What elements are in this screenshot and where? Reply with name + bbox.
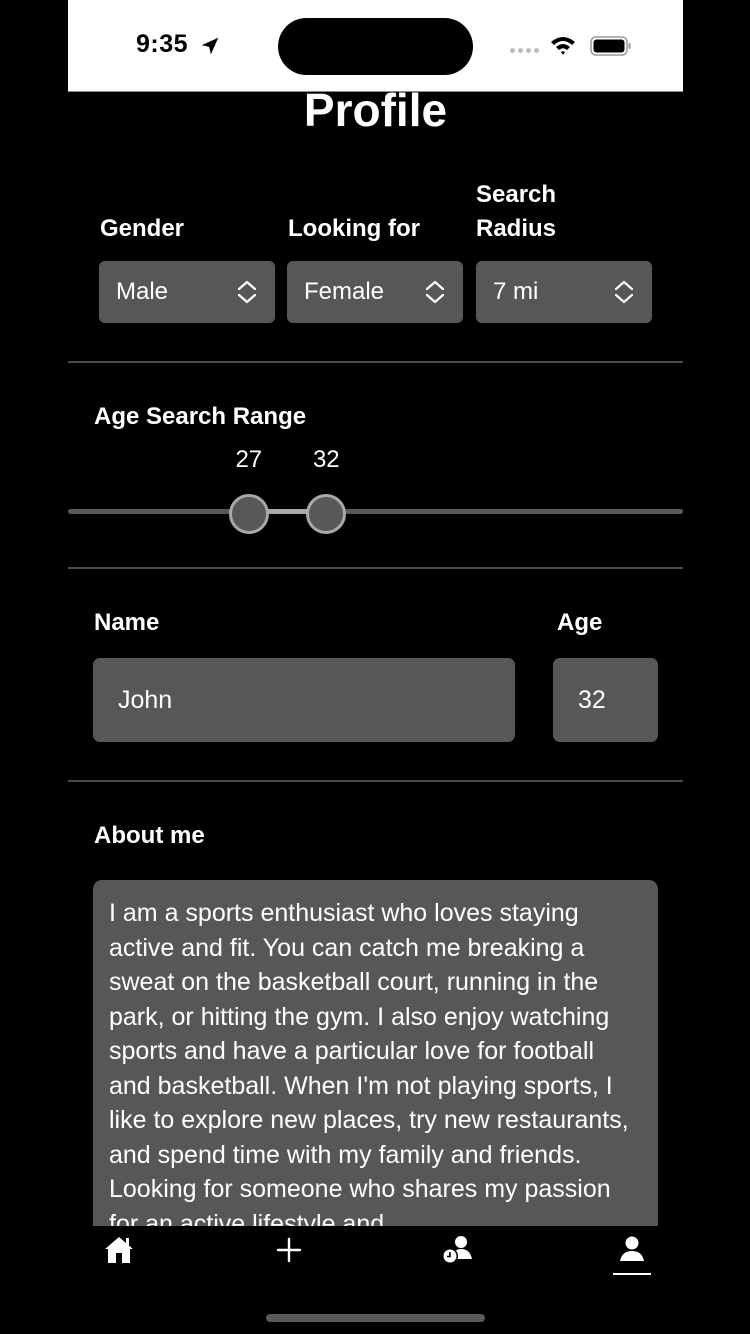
age-range-track[interactable] xyxy=(68,509,683,514)
chevron-up-down-icon xyxy=(425,280,445,304)
plus-icon xyxy=(276,1237,302,1263)
location-arrow-icon xyxy=(201,37,219,55)
divider xyxy=(68,361,683,363)
name-value: John xyxy=(118,685,173,714)
name-input[interactable]: John xyxy=(93,658,515,742)
active-tab-indicator xyxy=(613,1273,651,1275)
person-clock-icon xyxy=(442,1236,472,1264)
status-bar: 9:35 xyxy=(68,0,683,92)
chevron-up-down-icon xyxy=(237,280,257,304)
tab-home[interactable] xyxy=(99,1234,139,1268)
search-radius-label-line1: Search xyxy=(476,181,557,208)
search-radius-picker[interactable]: 7 mi xyxy=(476,261,652,323)
divider xyxy=(68,567,683,569)
tab-profile[interactable] xyxy=(612,1234,652,1268)
age-input[interactable]: 32 xyxy=(553,658,658,742)
age-label: Age xyxy=(557,609,603,636)
divider xyxy=(68,780,683,782)
looking-for-value: Female xyxy=(304,278,385,305)
about-text: I am a sports enthusiast who loves stayi… xyxy=(109,899,629,1226)
search-radius-value: 7 mi xyxy=(493,278,539,305)
cellular-signal-icon xyxy=(510,48,539,53)
gender-value: Male xyxy=(116,278,169,305)
chevron-up-down-icon xyxy=(614,280,634,304)
about-label: About me xyxy=(94,822,205,849)
battery-icon xyxy=(590,36,631,56)
wifi-icon xyxy=(551,37,575,55)
looking-for-picker[interactable]: Female xyxy=(287,261,463,323)
status-time: 9:35 xyxy=(136,30,189,58)
dynamic-island xyxy=(278,18,473,75)
home-indicator xyxy=(266,1314,485,1322)
search-radius-label-line2: Radius xyxy=(476,215,557,242)
name-label: Name xyxy=(94,609,160,636)
home-icon xyxy=(105,1237,133,1263)
tab-pending[interactable] xyxy=(438,1234,478,1268)
age-max-value: 32 xyxy=(312,446,340,473)
gender-label: Gender xyxy=(100,215,185,242)
age-min-value: 27 xyxy=(235,446,263,473)
looking-for-label: Looking for xyxy=(288,215,420,242)
age-value: 32 xyxy=(578,685,606,714)
person-icon xyxy=(620,1236,644,1261)
profile-screen: 9:35 Profile Gender Looking for Search R… xyxy=(68,0,683,1334)
age-min-thumb[interactable] xyxy=(228,494,269,534)
about-textarea[interactable]: I am a sports enthusiast who loves stayi… xyxy=(93,880,658,1226)
gender-picker[interactable]: Male xyxy=(99,261,275,323)
age-max-thumb[interactable] xyxy=(306,494,347,534)
age-range-label: Age Search Range xyxy=(94,403,307,430)
tab-add[interactable] xyxy=(269,1234,309,1268)
